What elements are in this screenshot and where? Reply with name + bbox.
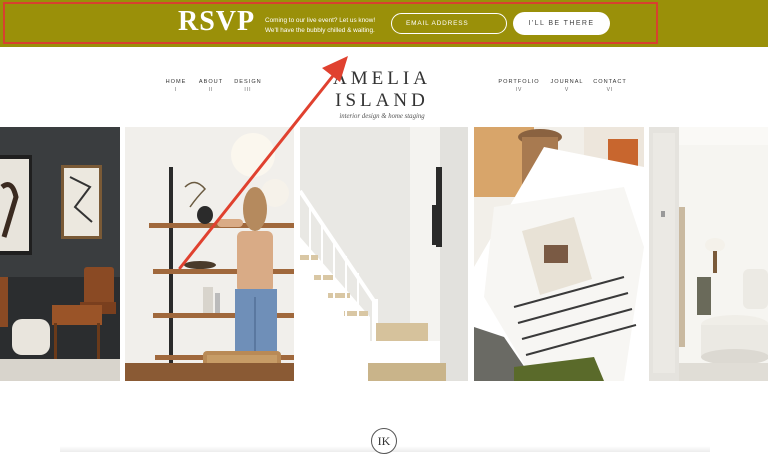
photo-dark-living-room[interactable]: [0, 127, 120, 381]
nav-about[interactable]: ABOUT II: [197, 78, 225, 94]
nav-contact-numeral: VI: [606, 87, 614, 93]
living-room-illustration: [649, 127, 768, 381]
logo-tagline: interior design & home staging: [339, 113, 425, 120]
rsvp-message-line-1: Coming to our live event? Let us know!: [265, 17, 376, 24]
nav-journal-label: JOURNAL: [550, 79, 584, 85]
rsvp-message-line-2: We'll have the bubbly chilled & waiting.: [265, 27, 375, 34]
bedroom-illustration: [474, 127, 644, 381]
rsvp-banner: RSVP Coming to our live event? Let us kn…: [0, 0, 768, 47]
nav-design[interactable]: DESIGN III: [233, 78, 263, 94]
nav-about-numeral: II: [208, 87, 214, 93]
rsvp-title: RSVP: [178, 6, 256, 37]
nav-portfolio-label: PORTFOLIO: [498, 79, 540, 85]
monogram-logo: IK: [371, 428, 397, 454]
ill-be-there-button[interactable]: I'LL BE THERE: [513, 12, 610, 35]
nav-portfolio-numeral: IV: [515, 87, 523, 93]
nav-portfolio[interactable]: PORTFOLIO IV: [498, 78, 540, 94]
nav-home-numeral: I: [174, 87, 178, 93]
site-logo[interactable]: AMELIA ISLAND interior design & home sta…: [300, 68, 464, 120]
nav-about-label: ABOUT: [198, 79, 224, 85]
logo-title: AMELIA ISLAND: [333, 68, 431, 111]
email-address-input[interactable]: [391, 13, 507, 34]
nav-home-label: HOME: [165, 79, 187, 85]
nav-journal[interactable]: JOURNAL V: [549, 78, 585, 94]
photo-living-room-ottoman[interactable]: [649, 127, 768, 381]
staircase-illustration: [300, 127, 468, 381]
rsvp-message: Coming to our live event? Let us know! W…: [265, 16, 390, 36]
shelf-styling-illustration: [125, 127, 294, 381]
photo-shelf-styling[interactable]: [125, 127, 294, 381]
photo-bedroom[interactable]: [474, 127, 644, 381]
photo-staircase[interactable]: [300, 127, 468, 381]
nav-design-numeral: III: [244, 87, 252, 93]
nav-design-label: DESIGN: [234, 79, 262, 85]
nav-journal-numeral: V: [564, 87, 570, 93]
nav-home[interactable]: HOME I: [164, 78, 188, 94]
dark-room-illustration: [0, 127, 120, 381]
nav-contact-label: CONTACT: [593, 79, 627, 85]
nav-contact[interactable]: CONTACT VI: [592, 78, 628, 94]
